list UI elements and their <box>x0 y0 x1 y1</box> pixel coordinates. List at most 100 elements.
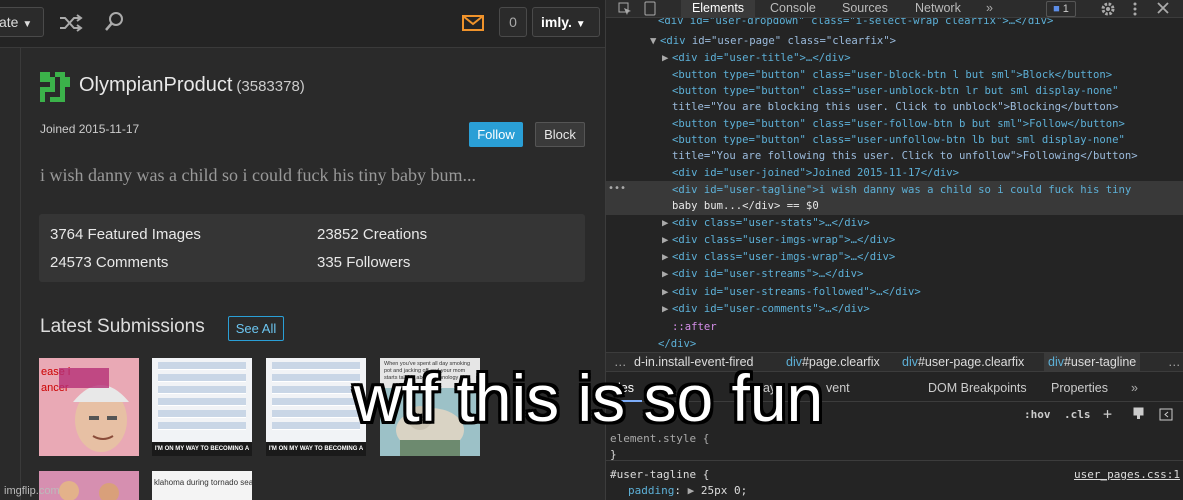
dom-text: <button type="button" class="user-unfoll… <box>672 134 1125 146</box>
tab-sources[interactable]: Sources <box>842 1 888 15</box>
more-tabs-button[interactable]: » <box>986 1 993 15</box>
dom-node[interactable]: ▶ <div class="user-imgs-wrap">…</div> <box>662 232 895 248</box>
meme-caption-overlay: wtf this is so fun <box>0 360 1183 436</box>
chevron-down-icon: ▼ <box>575 19 586 30</box>
chevron-down-icon: ▼ <box>22 19 33 30</box>
dom-text: ::after <box>672 321 717 333</box>
dom-text: <div id="user-dropdown" class="i-select-… <box>658 18 1054 27</box>
device-toolbar-icon[interactable] <box>644 1 656 16</box>
close-icon[interactable] <box>1156 1 1170 15</box>
dom-node[interactable]: <button type="button" class="user-follow… <box>672 116 1125 132</box>
user-tagline: i wish danny was a child so i could fuck… <box>40 165 476 185</box>
dom-node[interactable]: ::after <box>672 319 717 335</box>
thumb-text: klahoma during tornado seaso <box>154 478 252 487</box>
triangle-right-icon[interactable]: ▶ <box>688 484 695 497</box>
css-colon: : <box>674 484 688 497</box>
dom-node-selected[interactable]: <div id="user-tagline">i wish danny was … <box>672 182 1131 198</box>
imgflip-watermark: imgflip.com <box>4 485 60 497</box>
search-icon[interactable] <box>103 11 125 33</box>
dom-node[interactable]: <button type="button" class="user-block-… <box>672 67 1112 83</box>
caption-text: wtf this is so fun <box>353 361 824 435</box>
dom-text: title="You are blocking this user. Click… <box>672 101 1119 113</box>
dom-node[interactable]: ▶ <div id="user-streams">…</div> <box>662 266 863 282</box>
dom-node[interactable]: ▶ <div id="user-streams-followed">…</div> <box>662 284 921 300</box>
profile-username: OlympianProduct (3583378) <box>79 74 305 97</box>
dom-text: <div id="user-joined">Joined 2015-11-17<… <box>672 167 960 179</box>
dom-text: <div id="user-comments">…</div> <box>672 303 870 315</box>
dom-node-selected[interactable]: baby bum...</div> == $0 <box>672 198 819 214</box>
triangle-down-icon[interactable]: ▼ <box>650 33 660 49</box>
triangle-right-icon[interactable]: ▶ <box>662 232 672 248</box>
stat-followers: 335 Followers <box>317 254 411 271</box>
kebab-menu-icon[interactable] <box>1132 1 1138 17</box>
dom-node[interactable]: title="You are blocking this user. Click… <box>672 99 1118 115</box>
css-selector[interactable]: #user-tagline { <box>610 468 709 481</box>
joined-date: Joined 2015-11-17 <box>40 122 140 136</box>
pixel-avatar <box>40 72 70 102</box>
tab-console[interactable]: Console <box>770 1 816 15</box>
shuffle-icon[interactable] <box>58 13 84 33</box>
triangle-right-icon[interactable]: ▶ <box>662 249 672 265</box>
css-property: padding <box>628 484 675 497</box>
triangle-right-icon[interactable]: ▶ <box>662 301 672 317</box>
inspect-element-icon[interactable] <box>618 2 632 16</box>
dom-node[interactable]: <div id="user-joined">Joined 2015-11-17<… <box>672 165 959 181</box>
css-rules: element.style { } #user-tagline { user_p… <box>606 428 1183 500</box>
triangle-right-icon[interactable]: ▶ <box>662 215 672 231</box>
devtools-toolbar: Elements Console Sources Network » ■ 1 <box>606 0 1183 18</box>
dom-node[interactable]: <button type="button" class="user-unfoll… <box>672 132 1125 148</box>
submission-thumbnail[interactable]: klahoma during tornado seaso <box>152 471 252 500</box>
dom-text: <div <box>660 35 692 47</box>
css-source-link[interactable]: user_pages.css:1 <box>1074 468 1180 481</box>
ellipsis-icon[interactable]: ••• <box>608 183 626 194</box>
notification-count[interactable]: 0 <box>499 7 527 37</box>
meme-caption: I'M ON MY WAY TO BECOMING A MILLIONAIRE <box>152 442 252 456</box>
dom-node[interactable]: ▼ <div id="user-page" class="clearfix"> <box>650 33 896 49</box>
user-menu-label: imly. <box>541 14 572 30</box>
dom-node[interactable]: <div id="user-dropdown" class="i-select-… <box>658 18 1053 29</box>
issues-count: 1 <box>1062 3 1069 15</box>
tab-elements[interactable]: Elements <box>681 0 755 18</box>
tab-network[interactable]: Network <box>915 1 961 15</box>
dom-text: <div id="user-tagline">i wish danny was … <box>672 184 1132 196</box>
dom-text: <div id="user-title">…</div> <box>672 52 851 64</box>
username-text: OlympianProduct <box>79 74 233 96</box>
stat-creations: 23852 Creations <box>317 226 428 243</box>
dom-text: <button type="button" class="user-unbloc… <box>672 85 1119 97</box>
dom-text: <div class="user-stats">…</div> <box>672 217 870 229</box>
mail-icon[interactable] <box>462 14 484 32</box>
site-top-bar: ate ▼ 0 imly. ▼ <box>0 0 605 48</box>
dom-text: baby bum...</div> == $0 <box>672 200 819 212</box>
user-id: (3583378) <box>236 78 305 95</box>
block-button[interactable]: Block <box>535 122 585 147</box>
dom-node[interactable]: ▶ <div class="user-stats">…</div> <box>662 215 870 231</box>
css-value: 25px 0; <box>700 484 748 497</box>
dom-text: <div class="user-imgs-wrap">…</div> <box>672 251 896 263</box>
dom-node[interactable]: <button type="button" class="user-unbloc… <box>672 83 1118 99</box>
stat-comments: 24573 Comments <box>50 254 169 271</box>
issues-badge[interactable]: ■ 1 <box>1046 1 1076 17</box>
user-stats-box: 3764 Featured Images 23852 Creations 245… <box>39 214 585 282</box>
triangle-right-icon[interactable]: ▶ <box>662 284 672 300</box>
dom-attrs: id="user-page" class="clearfix"> <box>691 35 896 47</box>
create-dropdown-button[interactable]: ate ▼ <box>0 7 44 37</box>
gear-icon[interactable] <box>1100 1 1116 17</box>
triangle-right-icon[interactable]: ▶ <box>662 50 672 66</box>
follow-button[interactable]: Follow <box>469 122 523 147</box>
dom-node[interactable]: </div> <box>658 336 696 348</box>
dom-node[interactable]: ▶ <div id="user-title">…</div> <box>662 50 851 66</box>
dom-text: <button type="button" class="user-follow… <box>672 118 1125 130</box>
see-all-button[interactable]: See All <box>228 316 284 341</box>
create-label: ate <box>0 14 19 30</box>
triangle-right-icon[interactable]: ▶ <box>662 266 672 282</box>
dom-text: <div id="user-streams-followed">…</div> <box>672 286 921 298</box>
css-declaration[interactable]: padding: ▶ 25px 0; <box>628 484 747 497</box>
user-menu-button[interactable]: imly. ▼ <box>532 7 600 37</box>
dom-node[interactable]: title="You are following this user. Clic… <box>672 148 1138 164</box>
dom-node[interactable]: ▶ <div id="user-comments">…</div> <box>662 301 870 317</box>
dom-text: title="You are following this user. Clic… <box>672 150 1138 162</box>
dom-node[interactable]: ▶ <div class="user-imgs-wrap">…</div> <box>662 249 895 265</box>
dom-text: <button type="button" class="user-block-… <box>672 69 1113 81</box>
dom-tree: ••• <div id="user-dropdown" class="i-sel… <box>606 18 1183 348</box>
dom-text: <div id="user-streams">…</div> <box>672 268 864 280</box>
